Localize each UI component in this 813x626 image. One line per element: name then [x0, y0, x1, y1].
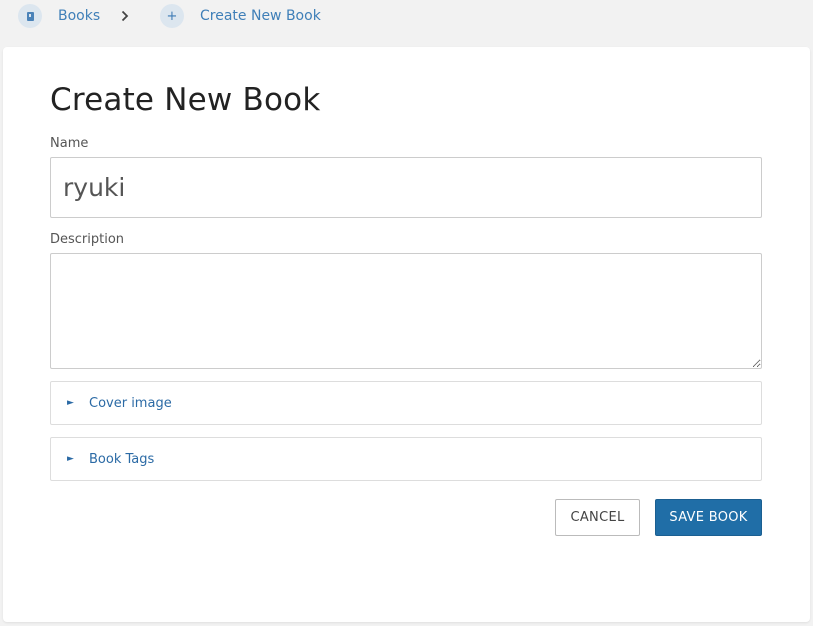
cancel-button[interactable]: CANCEL	[555, 499, 640, 536]
save-book-button[interactable]: SAVE BOOK	[655, 499, 762, 536]
form-card: Create New Book Name Description ► Cover…	[3, 47, 810, 622]
triangle-right-icon: ►	[67, 454, 74, 464]
cover-image-label: Cover image	[89, 395, 172, 411]
cover-image-section-toggle[interactable]: ► Cover image	[50, 381, 762, 425]
book-icon	[18, 4, 42, 28]
name-label: Name	[50, 136, 89, 151]
page-title: Create New Book	[50, 82, 321, 118]
description-label: Description	[50, 232, 125, 247]
breadcrumb-label-books: Books	[58, 8, 101, 24]
triangle-right-icon: ►	[67, 398, 74, 408]
breadcrumb: Books + Create New Book	[0, 0, 813, 36]
plus-icon: +	[160, 4, 184, 28]
breadcrumb-label-create-new-book: Create New Book	[200, 8, 321, 24]
description-textarea[interactable]	[50, 253, 762, 369]
name-input[interactable]	[50, 157, 762, 218]
chevron-right-icon	[118, 7, 132, 25]
breadcrumb-item-books[interactable]: Books	[18, 4, 100, 28]
book-tags-section-toggle[interactable]: ► Book Tags	[50, 437, 762, 481]
book-tags-label: Book Tags	[89, 451, 155, 467]
breadcrumb-item-create-new-book[interactable]: + Create New Book	[160, 4, 321, 28]
